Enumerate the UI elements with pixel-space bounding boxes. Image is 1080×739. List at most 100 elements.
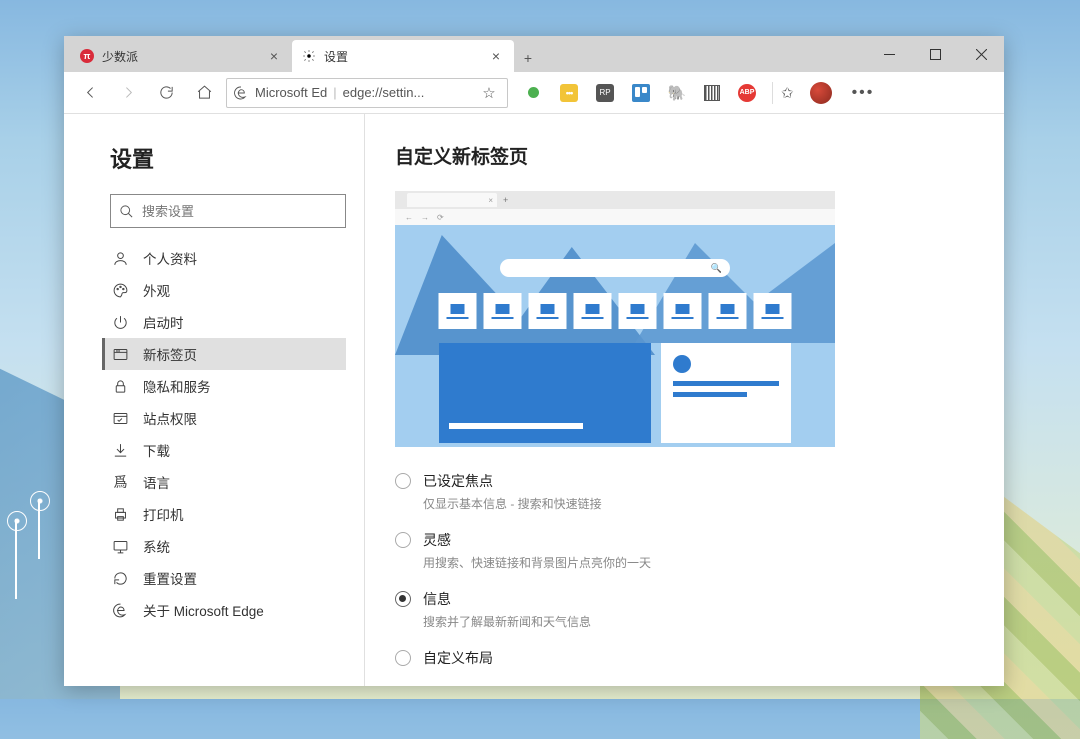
address-separator: | (333, 85, 336, 100)
search-icon (119, 204, 134, 219)
tab-sspai[interactable]: π 少数派 × (70, 40, 292, 72)
palette-icon (112, 282, 129, 299)
home-button[interactable] (186, 75, 222, 111)
favorite-star-icon[interactable]: ☆ (477, 84, 501, 102)
settings-title: 设置 (110, 142, 340, 174)
nav-label: 系统 (143, 536, 170, 556)
nav-label: 下载 (143, 440, 170, 460)
edge-icon (112, 602, 129, 619)
nav-system[interactable]: 系统 (102, 530, 346, 562)
nav-new-tab[interactable]: 新标签页 (102, 338, 346, 370)
tab-title: 少数派 (102, 48, 138, 65)
extension-rp-icon[interactable]: RP (596, 84, 614, 102)
gear-icon (302, 49, 316, 63)
option-label: 自定义布局 (423, 648, 493, 668)
nav-label: 外观 (143, 280, 170, 300)
browser-window: π 少数派 × 设置 × + Microsoft Ed | edge://set… (64, 36, 1004, 686)
close-button[interactable] (958, 36, 1004, 72)
tab-strip: π 少数派 × 设置 × + (64, 36, 1004, 72)
newtab-icon (112, 346, 129, 363)
nav-label: 站点权限 (143, 408, 197, 428)
edge-icon (233, 85, 249, 101)
nav-appearance[interactable]: 外观 (102, 274, 346, 306)
url-text: edge://settin... (343, 85, 477, 100)
nav-label: 隐私和服务 (143, 376, 211, 396)
favicon-sspai: π (80, 49, 94, 63)
option-label: 灵感 (423, 530, 651, 550)
nav-label: 启动时 (143, 312, 184, 332)
plus-icon: + (503, 195, 508, 205)
download-icon (112, 442, 129, 459)
nav-downloads[interactable]: 下载 (102, 434, 346, 466)
extension-trello-icon[interactable] (632, 84, 650, 102)
address-bar[interactable]: Microsoft Ed | edge://settin... ☆ (226, 78, 508, 108)
option-desc: 用搜索、快速链接和背景图片点亮你的一天 (423, 554, 651, 571)
option-inspirational[interactable]: 灵感 用搜索、快速链接和背景图片点亮你的一天 (395, 530, 974, 571)
option-label: 已设定焦点 (423, 471, 602, 491)
favorites-button[interactable]: ✩ (781, 84, 794, 102)
radio-icon (395, 473, 411, 489)
nav-about[interactable]: 关于 Microsoft Edge (102, 594, 346, 626)
profile-avatar[interactable] (810, 82, 832, 104)
nav-label: 语言 (143, 472, 170, 492)
settings-sidebar: 设置 个人资料 外观 启动时 新标签页 (64, 114, 364, 686)
printer-icon (112, 506, 129, 523)
close-icon[interactable]: × (488, 48, 504, 64)
nav-label: 打印机 (143, 504, 184, 524)
nav-label: 重置设置 (143, 568, 197, 588)
nav-label: 新标签页 (143, 344, 197, 364)
option-focused[interactable]: 已设定焦点 仅显示基本信息 - 搜索和快速链接 (395, 471, 974, 512)
tab-settings[interactable]: 设置 × (292, 40, 514, 72)
user-icon (112, 250, 129, 267)
extension-abp-icon[interactable]: ABP (738, 84, 756, 102)
newtab-preview: × + ←→⟳ 🔍 (395, 191, 835, 447)
search-input[interactable] (142, 204, 337, 219)
nav-startup[interactable]: 启动时 (102, 306, 346, 338)
nav-site-permissions[interactable]: 站点权限 (102, 402, 346, 434)
tab-title: 设置 (324, 48, 348, 65)
window-controls (866, 36, 1004, 72)
nav-profile[interactable]: 个人资料 (102, 242, 346, 274)
settings-main: 自定义新标签页 × + ←→⟳ 🔍 (365, 114, 1004, 686)
radio-icon (395, 650, 411, 666)
reset-icon (112, 570, 129, 587)
extension-qr-icon[interactable] (704, 85, 720, 101)
back-button[interactable] (72, 75, 108, 111)
address-hint: Microsoft Ed (255, 85, 327, 100)
option-informational[interactable]: 信息 搜索并了解最新新闻和天气信息 (395, 589, 974, 630)
nav-printer[interactable]: 打印机 (102, 498, 346, 530)
forward-button[interactable] (110, 75, 146, 111)
extension-green-icon[interactable] (524, 84, 542, 102)
close-icon[interactable]: × (266, 48, 282, 64)
minimize-button[interactable] (866, 36, 912, 72)
more-menu-button[interactable]: ••• (842, 84, 885, 102)
content: 设置 个人资料 外观 启动时 新标签页 (64, 114, 1004, 686)
permissions-icon (112, 410, 129, 427)
preview-search: 🔍 (500, 259, 730, 277)
nav-privacy[interactable]: 隐私和服务 (102, 370, 346, 402)
radio-icon (395, 591, 411, 607)
main-title: 自定义新标签页 (395, 142, 974, 169)
search-settings[interactable] (110, 194, 346, 228)
nav-reset[interactable]: 重置设置 (102, 562, 346, 594)
nav-language[interactable]: 爲 语言 (102, 466, 346, 498)
nav-label: 个人资料 (143, 248, 197, 268)
power-icon (112, 314, 129, 331)
refresh-button[interactable] (148, 75, 184, 111)
extension-evernote-icon[interactable]: 🐘 (668, 84, 686, 102)
language-icon: 爲 (112, 474, 129, 491)
extensions-row: ••• RP 🐘 ABP (524, 84, 756, 102)
option-desc: 搜索并了解最新新闻和天气信息 (423, 613, 591, 630)
option-label: 信息 (423, 589, 591, 609)
option-custom[interactable]: 自定义布局 (395, 648, 974, 668)
new-tab-button[interactable]: + (514, 44, 542, 72)
close-icon: × (488, 196, 493, 205)
nav-label: 关于 Microsoft Edge (143, 600, 264, 620)
maximize-button[interactable] (912, 36, 958, 72)
system-icon (112, 538, 129, 555)
lock-icon (112, 378, 129, 395)
toolbar: Microsoft Ed | edge://settin... ☆ ••• RP… (64, 72, 1004, 114)
toolbar-separator (772, 82, 773, 104)
radio-icon (395, 532, 411, 548)
extension-yellow-icon[interactable]: ••• (560, 84, 578, 102)
